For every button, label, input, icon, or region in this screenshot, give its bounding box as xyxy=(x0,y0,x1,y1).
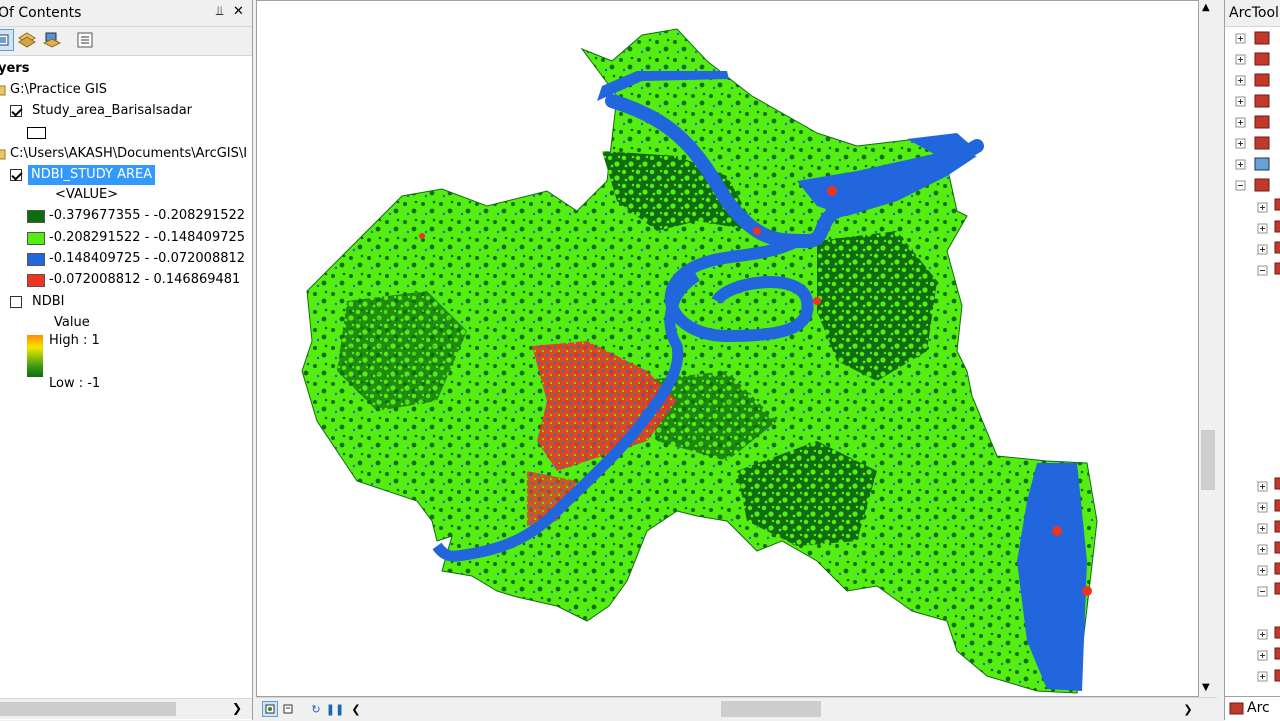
list-by-source-button[interactable] xyxy=(16,29,38,51)
map-view[interactable] xyxy=(256,0,1199,697)
toolbox-tree[interactable] xyxy=(1225,27,1280,697)
refresh-button[interactable]: ↻ xyxy=(308,701,324,717)
list-by-drawing-order-button[interactable] xyxy=(0,29,14,51)
list-options-icon xyxy=(77,32,93,48)
layers-header: yers xyxy=(0,61,30,76)
close-icon[interactable]: ✕ xyxy=(233,4,244,19)
toc-title: Of Contents xyxy=(0,5,82,21)
class-4-label: -0.072008812 - 0.146869481 xyxy=(49,272,241,287)
ndbi-low-label: Low : -1 xyxy=(49,376,101,391)
map-vertical-scrollbar[interactable]: ▲ ▼ xyxy=(1199,0,1217,697)
class-3-label: -0.148409725 - -0.072008812 xyxy=(49,251,246,266)
class-2-label: -0.208291522 - -0.148409725 xyxy=(49,230,246,245)
data-view-icon xyxy=(265,704,275,714)
class-1-label: -0.379677355 - -0.208291522 xyxy=(49,208,246,223)
class-3-swatch xyxy=(27,253,45,266)
ndbi-value-label: Value xyxy=(54,315,90,330)
group-arcgis-label: C:\Users\AKASH\Documents\ArcGIS\I xyxy=(10,146,248,161)
arctoolbox-tab[interactable]: Arc xyxy=(1225,696,1280,721)
map-horizontal-thumb[interactable] xyxy=(721,701,821,717)
scroll-right-arrow-icon[interactable]: ❯ xyxy=(232,701,242,715)
builtup-spot xyxy=(1082,586,1092,596)
refresh-icon: ↻ xyxy=(311,702,321,716)
builtup-spot xyxy=(813,297,821,305)
arctoolbox-title: ArcToolbox xyxy=(1229,5,1280,21)
class-4-swatch xyxy=(27,274,45,287)
scroll-down-arrow-icon[interactable]: ▼ xyxy=(1202,682,1210,693)
legend-class-1: -0.379677355 - -0.208291522 xyxy=(0,206,252,226)
study-area-label: Study_area_Barisalsadar xyxy=(32,103,193,118)
class-1-swatch xyxy=(27,210,45,223)
builtup-spot xyxy=(753,227,761,235)
legend-class-3: -0.148409725 - -0.072008812 xyxy=(0,249,252,269)
ndbi-raster-map[interactable] xyxy=(257,1,1198,696)
toc-horizontal-scrollbar[interactable]: ❯ xyxy=(0,698,252,719)
pause-icon: ❚❚ xyxy=(325,702,345,716)
table-of-contents-pane: Of Contents ⫫ ✕ yers G:\Practice GIS Stu… xyxy=(0,0,253,720)
class-2-swatch xyxy=(27,232,45,245)
map-vertical-thumb[interactable] xyxy=(1201,430,1215,490)
arctoolbox-tab-label: Arc xyxy=(1247,700,1270,716)
ndbi-study-area-checkbox[interactable] xyxy=(10,169,22,181)
visibility-icon xyxy=(43,32,61,48)
legend-class-4: -0.072008812 - 0.146869481 xyxy=(0,270,252,290)
options-button[interactable] xyxy=(74,29,96,51)
builtup-spot xyxy=(419,233,425,239)
toc-toolbar xyxy=(0,27,252,56)
layout-view-icon xyxy=(283,704,293,714)
builtup-spot xyxy=(1052,526,1062,536)
pin-icon[interactable]: ⫫ xyxy=(216,4,223,19)
data-view-button[interactable] xyxy=(262,701,278,717)
toc-scroll-thumb[interactable] xyxy=(0,702,176,716)
polygon-symbol-swatch xyxy=(27,127,46,139)
ndbi-high-label: High : 1 xyxy=(49,333,100,348)
folder-icon xyxy=(0,85,6,96)
arctoolbox-title-bar: ArcToolbox xyxy=(1225,0,1280,27)
scroll-up-arrow-icon[interactable]: ▲ xyxy=(1202,2,1210,13)
layout-view-button[interactable] xyxy=(280,701,296,717)
ndbi-checkbox[interactable] xyxy=(10,296,22,308)
scroll-left-arrow-icon: ❮ xyxy=(351,702,361,716)
arctoolbox-pane: ArcToolbox xyxy=(1224,0,1280,721)
study-area-checkbox[interactable] xyxy=(10,105,22,117)
scroll-right-button[interactable]: ❯ xyxy=(1180,701,1196,717)
ndbi-label: NDBI xyxy=(32,294,65,309)
pause-drawing-button[interactable]: ❚❚ xyxy=(325,701,345,717)
toc-title-bar: Of Contents ⫫ ✕ xyxy=(0,0,252,27)
value-header: <VALUE> xyxy=(55,187,119,202)
layers-source-icon xyxy=(18,32,36,48)
folder-icon xyxy=(0,149,6,160)
scroll-right-arrow-icon: ❯ xyxy=(1183,702,1193,716)
group-practice-gis-label: G:\Practice GIS xyxy=(10,82,108,97)
builtup-spot xyxy=(827,186,837,196)
map-bottom-bar: ↻ ❚❚ ❮ ❯ xyxy=(256,697,1217,721)
scroll-left-button[interactable]: ❮ xyxy=(348,701,364,717)
list-by-visibility-button[interactable] xyxy=(41,29,63,51)
toolbox-icon xyxy=(1229,702,1244,715)
drawing-order-icon xyxy=(0,34,9,46)
legend-class-2: -0.208291522 - -0.148409725 xyxy=(0,228,252,248)
ndbi-color-ramp xyxy=(27,335,43,377)
ndbi-study-area-label: NDBI_STUDY AREA xyxy=(28,165,156,185)
